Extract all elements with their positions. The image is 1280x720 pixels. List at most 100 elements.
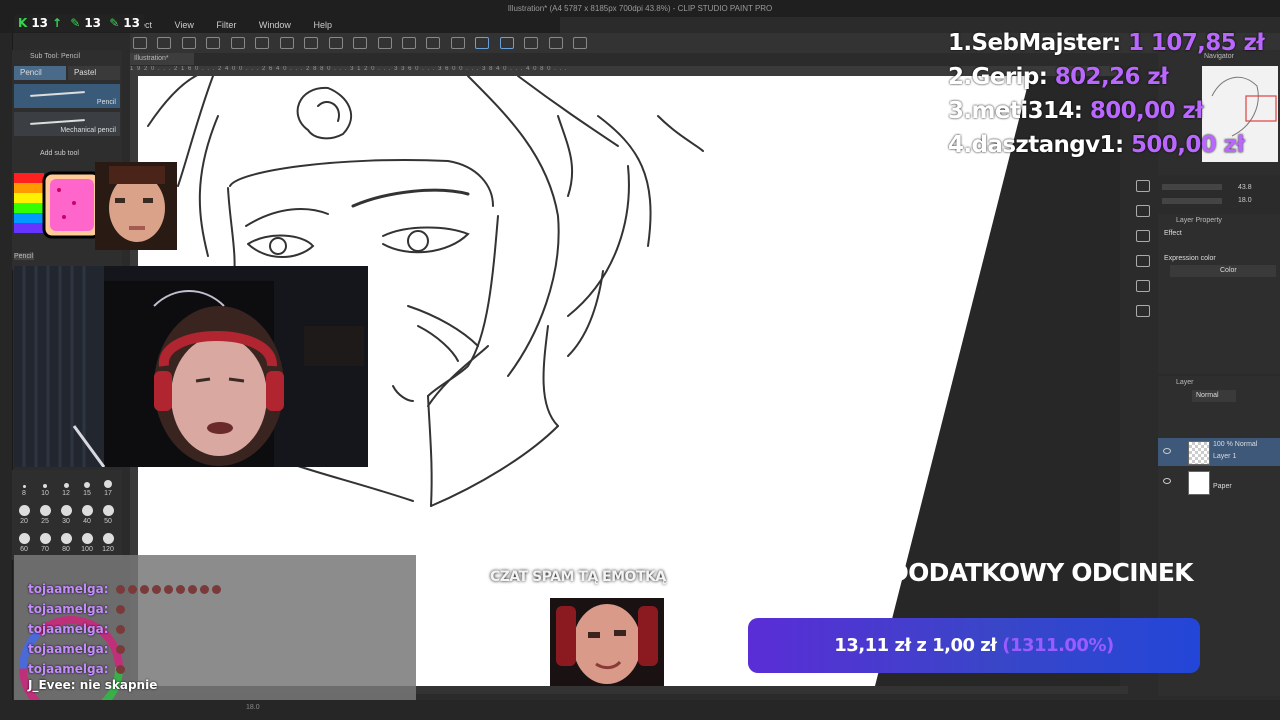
- emote-icon: [199, 585, 209, 594]
- goal-spam-text: CZAT SPAM TĄ EMOTKĄ: [490, 569, 666, 585]
- chat-message: tojaamelga:: [14, 619, 125, 639]
- edit-icon[interactable]: [157, 37, 172, 49]
- counter-value: 13: [31, 16, 49, 30]
- brush-size-option[interactable]: 70: [36, 532, 54, 553]
- stroke-preview: [29, 119, 86, 125]
- emote-icon: [115, 645, 125, 654]
- brush-label: Pencil: [96, 99, 116, 106]
- canvas-tab[interactable]: Illustration*: [130, 53, 194, 65]
- counter-value: 13: [123, 16, 140, 30]
- zoom-value: 43.8: [1238, 184, 1252, 191]
- snap-special-icon[interactable]: [499, 37, 514, 49]
- donor-name: 1.SebMajster:: [948, 30, 1121, 56]
- stream-counters: K 13 ↑ ✎ 13 ✎ 13: [14, 14, 144, 32]
- brush-pencil[interactable]: Pencil: [14, 84, 120, 108]
- eye-icon[interactable]: [1163, 478, 1171, 484]
- camera-icon[interactable]: [181, 37, 196, 49]
- chat-message: J_Evee: nie skapnie: [14, 675, 157, 695]
- redo-icon[interactable]: [304, 37, 319, 49]
- brush-size-option[interactable]: 12: [57, 476, 75, 497]
- menu-window[interactable]: Window: [259, 17, 291, 33]
- zoom-slider[interactable]: [1162, 184, 1222, 190]
- chat-username: J_Evee:: [28, 678, 76, 692]
- rotate-slider[interactable]: [1162, 198, 1222, 204]
- brush-size-option[interactable]: 17: [99, 476, 117, 497]
- chat-text: nie skapnie: [79, 678, 158, 692]
- arrow-up-icon: ↑: [52, 16, 63, 30]
- layer-row[interactable]: Paper: [1158, 468, 1280, 496]
- eye-icon[interactable]: [1163, 448, 1171, 454]
- chat-message: tojaamelga:: [14, 579, 221, 599]
- brush-size-option[interactable]: 120: [99, 532, 117, 553]
- panel-icon[interactable]: [1136, 205, 1150, 217]
- fill-icon[interactable]: [353, 37, 368, 49]
- clear-icon[interactable]: [426, 37, 441, 49]
- leaderboard-row: 2.Gerip: 802,26 zł: [948, 60, 1278, 94]
- panel-icon[interactable]: [1136, 230, 1150, 242]
- brush-size-option[interactable]: 8: [15, 476, 33, 497]
- chat-username: tojaamelga:: [28, 642, 109, 656]
- undo-icon[interactable]: [279, 37, 294, 49]
- emote-icon: [115, 605, 125, 614]
- brush-size-option[interactable]: 25: [36, 504, 54, 525]
- panel-icon[interactable]: [1136, 280, 1150, 292]
- pen-pressure-icon[interactable]: [524, 37, 539, 49]
- stroke-preview: [29, 91, 86, 97]
- export-icon[interactable]: [255, 37, 270, 49]
- panel-icon[interactable]: [1136, 305, 1150, 317]
- brush-size-option[interactable]: 60: [15, 532, 33, 553]
- add-sub-tool-button[interactable]: Add sub tool: [40, 150, 79, 157]
- donation-goal-bar: 13,11 zł z 1,00 zł (1311.00%): [748, 618, 1200, 673]
- brush-size-option[interactable]: 10: [36, 476, 54, 497]
- brush-size-label: 80: [62, 546, 70, 553]
- layer-name: Paper: [1213, 483, 1232, 490]
- face-emote: [550, 598, 664, 686]
- menu-help[interactable]: Help: [313, 17, 332, 33]
- transform-icon[interactable]: [401, 37, 416, 49]
- brush-size-option[interactable]: 15: [78, 476, 96, 497]
- emote-icon: [187, 585, 197, 594]
- brush-size-option[interactable]: 30: [57, 504, 75, 525]
- crop-icon[interactable]: [377, 37, 392, 49]
- new-file-icon[interactable]: [206, 37, 221, 49]
- brush-size-label: 120: [102, 546, 114, 553]
- brush-size-label: 8: [22, 490, 26, 497]
- grid-icon[interactable]: [548, 37, 563, 49]
- effect-label: Effect: [1164, 230, 1182, 237]
- sync-icon[interactable]: [573, 37, 588, 49]
- brush-mechanical-pencil[interactable]: Mechanical pencil: [14, 112, 120, 136]
- menu-view[interactable]: View: [175, 17, 194, 33]
- layer-row[interactable]: 100 % Normal Layer 1: [1158, 438, 1280, 466]
- brush-size-option[interactable]: 40: [78, 504, 96, 525]
- tab-pencil[interactable]: Pencil: [14, 66, 66, 80]
- settings-icon[interactable]: [328, 37, 343, 49]
- brush-size-option[interactable]: 50: [99, 504, 117, 525]
- donation-amount: 800,00 zł: [1089, 98, 1204, 124]
- webcam-feed: [14, 266, 368, 467]
- brush-size-option[interactable]: 20: [15, 504, 33, 525]
- brush-dot-icon: [39, 533, 51, 544]
- blend-mode-select[interactable]: Normal: [1192, 390, 1236, 402]
- brush-size-option[interactable]: 80: [57, 532, 75, 553]
- expression-color-select[interactable]: Color: [1170, 265, 1276, 277]
- navigator-controls: 43.8 18.0: [1158, 180, 1280, 210]
- menu-filter[interactable]: Filter: [216, 17, 236, 33]
- goal-percent: (1311.00%): [1002, 635, 1114, 656]
- leaderboard-row: 3.meti314: 800,00 zł: [948, 94, 1278, 128]
- save-icon[interactable]: [230, 37, 245, 49]
- tab-pastel[interactable]: Pastel: [67, 66, 120, 80]
- menu-icon[interactable]: [133, 37, 147, 49]
- brush-size-option[interactable]: 100: [78, 532, 96, 553]
- ruler-icon[interactable]: [450, 37, 465, 49]
- emote-icon: [127, 585, 137, 594]
- expression-color-label: Expression color: [1164, 255, 1216, 262]
- panel-icon[interactable]: [1136, 180, 1150, 192]
- panel-icon[interactable]: [1136, 255, 1150, 267]
- brush-size-label: 20: [20, 518, 28, 525]
- snap-icon[interactable]: [475, 37, 490, 49]
- brush-dot-icon: [102, 533, 114, 544]
- layer-thumbnail: [1188, 441, 1210, 465]
- emote-icon: [211, 585, 221, 594]
- donation-amount: 500,00 zł: [1130, 132, 1245, 158]
- brush-size-label: 12: [62, 490, 70, 497]
